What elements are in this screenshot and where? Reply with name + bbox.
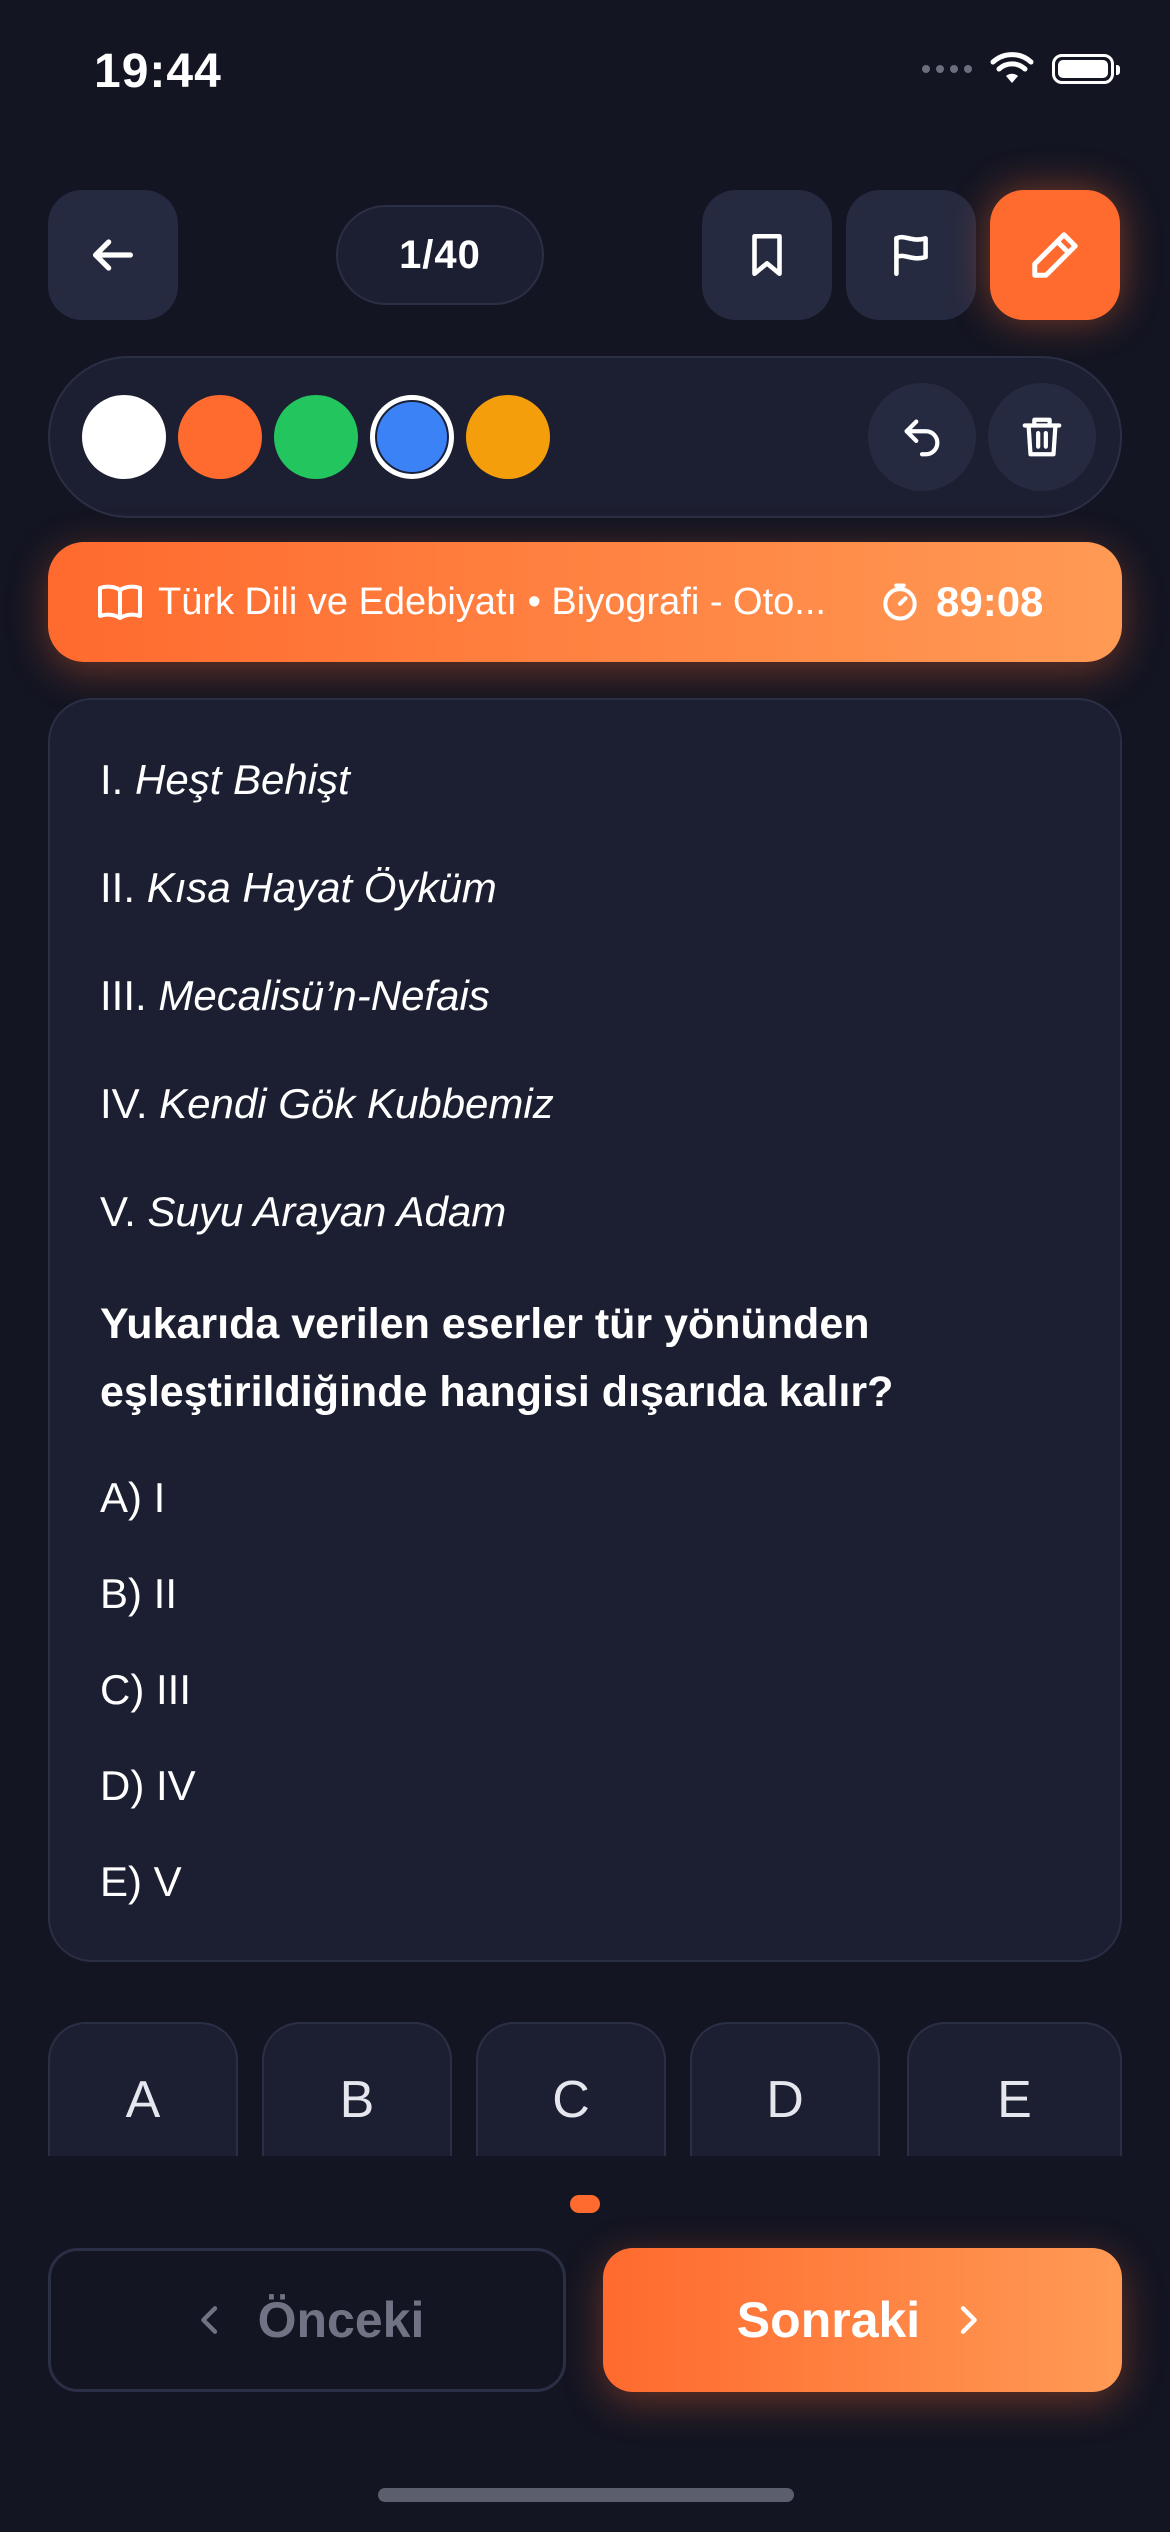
question-card: I. Heşt Behişt II. Kısa Hayat Öyküm III.… xyxy=(48,698,1122,1962)
answer-button-d[interactable]: D xyxy=(690,2022,880,2162)
bookmark-icon xyxy=(752,233,782,277)
list-item: V. Suyu Arayan Adam xyxy=(100,1188,507,1235)
back-button[interactable] xyxy=(48,190,178,320)
pencil-icon xyxy=(1032,232,1078,278)
trash-icon xyxy=(1022,417,1062,457)
home-indicator xyxy=(378,2488,794,2502)
answer-button-c[interactable]: C xyxy=(476,2022,666,2162)
color-swatch-blue[interactable] xyxy=(370,395,454,479)
option-text: D) IV xyxy=(100,1762,196,1809)
list-item: II. Kısa Hayat Öyküm xyxy=(100,864,497,911)
next-button[interactable]: Sonraki xyxy=(603,2248,1122,2392)
answer-button-b[interactable]: B xyxy=(262,2022,452,2162)
color-swatch-amber[interactable] xyxy=(466,395,550,479)
color-swatch-green[interactable] xyxy=(274,395,358,479)
flag-button[interactable] xyxy=(846,190,976,320)
clear-drawing-button[interactable] xyxy=(988,383,1096,491)
exam-timer: 89:08 xyxy=(936,578,1044,625)
stopwatch-icon xyxy=(883,583,917,621)
chevron-right-icon xyxy=(961,2306,978,2334)
answer-button-e[interactable]: E xyxy=(907,2022,1122,2162)
list-item: III. Mecalisü’n-Nefais xyxy=(100,972,490,1019)
color-swatch-white[interactable] xyxy=(82,395,166,479)
draw-mode-button[interactable] xyxy=(990,190,1120,320)
status-icons xyxy=(922,52,1120,86)
page-indicator xyxy=(570,2195,600,2213)
book-open-icon xyxy=(98,584,142,620)
previous-label: Önceki xyxy=(257,2292,425,2348)
battery-icon xyxy=(1052,54,1120,84)
cellular-signal-icon xyxy=(922,65,972,73)
option-text: C) III xyxy=(100,1666,191,1713)
option-text: B) II xyxy=(100,1570,178,1617)
list-item: I. Heşt Behişt xyxy=(100,756,350,803)
arrow-left-icon xyxy=(93,239,133,271)
question-text: Yukarıda verilen eserler tür yönünden eş… xyxy=(100,1300,894,1416)
chevron-left-icon xyxy=(200,2306,217,2334)
topic-banner: Türk Dili ve Edebiyatı • Biyografi - Oto… xyxy=(48,542,1122,662)
question-counter: 1/40 xyxy=(336,205,544,305)
option-text: E) V xyxy=(100,1858,182,1905)
color-swatch-orange[interactable] xyxy=(178,395,262,479)
option-text: A) I xyxy=(100,1474,166,1521)
drawing-palette xyxy=(48,356,1122,518)
answer-button-a[interactable]: A xyxy=(48,2022,238,2162)
answer-row-mask xyxy=(0,2156,1170,2182)
status-time: 19:44 xyxy=(94,45,222,98)
flag-icon xyxy=(894,234,928,277)
list-item: IV. Kendi Gök Kubbemiz xyxy=(100,1080,554,1127)
topic-label: Türk Dili ve Edebiyatı • Biyografi - Oto… xyxy=(158,580,826,623)
next-label: Sonraki xyxy=(736,2292,921,2348)
bookmark-button[interactable] xyxy=(702,190,832,320)
undo-button[interactable] xyxy=(868,383,976,491)
undo-icon xyxy=(904,419,940,457)
wifi-icon xyxy=(990,52,1034,83)
previous-button[interactable]: Önceki xyxy=(48,2248,566,2392)
